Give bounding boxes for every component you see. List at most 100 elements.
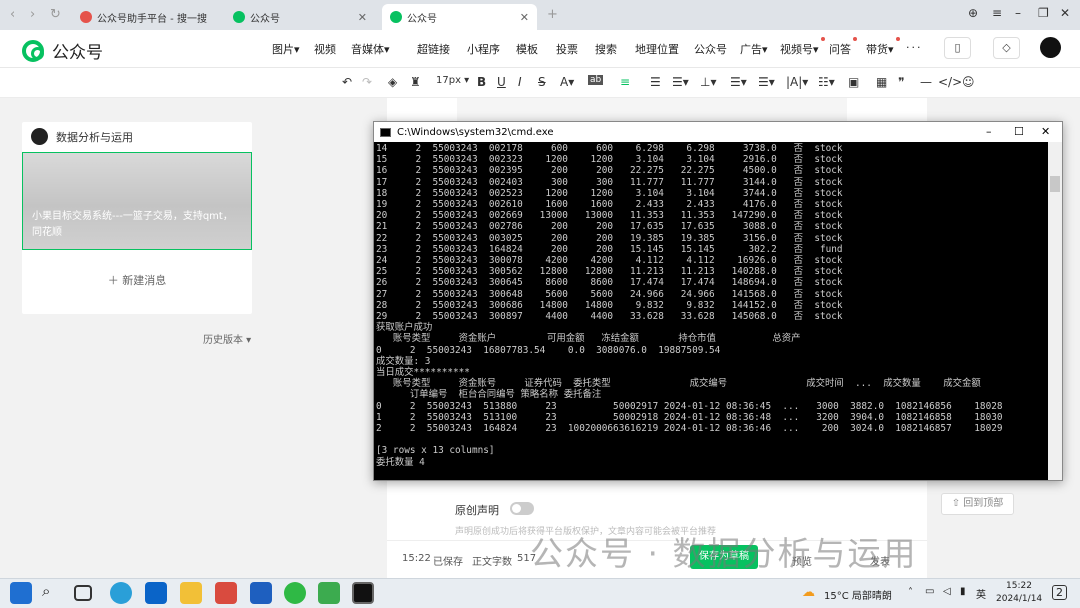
cmd-close-icon[interactable]: ✕ [1041, 125, 1050, 138]
menu-search[interactable]: 搜索 [595, 41, 617, 57]
format-painter-icon[interactable]: ♜ [410, 75, 421, 89]
avatar[interactable] [1040, 37, 1061, 58]
original-toggle[interactable] [510, 502, 534, 515]
paragraph-spacing-icon[interactable]: ☰▾ [758, 75, 775, 89]
clear-format-icon[interactable]: ◈ [388, 75, 397, 89]
cmd-taskbar-icon[interactable] [352, 582, 374, 604]
close-window-icon[interactable]: ✕ [1060, 6, 1070, 20]
bold-icon[interactable]: B [477, 75, 486, 89]
close-tab-icon[interactable]: ✕ [358, 11, 367, 24]
cmd-scroll-thumb[interactable] [1050, 176, 1060, 192]
cmd-window[interactable]: C:\Windows\system32\cmd.exe – ☐ ✕ 14 2 5… [373, 121, 1063, 481]
history-version-link[interactable]: 历史版本 ▾ [203, 331, 251, 346]
undo-icon[interactable]: ↶ [342, 75, 352, 89]
back-to-top-button[interactable]: ⇧ 回到顶部 [941, 493, 1014, 515]
menu-image[interactable]: 图片▾ [272, 41, 300, 57]
cmd-line: 24 2 55003243 300078 4200 4200 4.112 4.1… [376, 255, 843, 267]
underline-icon[interactable]: U [497, 75, 506, 89]
font-color-icon[interactable]: A▾ [560, 75, 574, 89]
wechat-icon[interactable] [284, 582, 306, 604]
cmd-maximize-icon[interactable]: ☐ [1014, 125, 1024, 138]
bg-color-icon[interactable]: ab [588, 75, 604, 85]
reload-icon[interactable]: ↻ [50, 7, 61, 22]
cmd-title: C:\Windows\system32\cmd.exe [397, 126, 554, 138]
back-icon[interactable]: ‹ [10, 7, 15, 22]
network-icon[interactable]: ▭ [925, 586, 934, 597]
edge-icon[interactable] [110, 582, 132, 604]
menu-hyperlink[interactable]: 超链接 [417, 41, 450, 57]
cmd-line: 委托数量 4 [376, 456, 425, 468]
cmd-line: 18 2 55003243 002523 1200 1200 3.104 3.1… [376, 187, 843, 199]
vertical-align-icon[interactable]: ⊥▾ [700, 75, 716, 89]
weather-text[interactable]: 15°C 局部晴朗 [824, 587, 892, 602]
align-center-icon[interactable]: ☰▾ [672, 75, 689, 89]
menu-qa[interactable]: 问答 [829, 37, 857, 57]
phone-preview-icon[interactable]: ▯ [944, 37, 971, 59]
strikethrough-icon[interactable]: S [538, 75, 546, 89]
table-icon[interactable]: ▦ [876, 75, 887, 89]
tray-expand-icon[interactable]: ˄ [908, 587, 913, 598]
menu-gzh[interactable]: 公众号 [694, 41, 727, 57]
menu-audio[interactable]: 音媒体▾ [351, 41, 390, 57]
letter-spacing-icon[interactable]: |A|▾ [786, 75, 808, 89]
menu-vote[interactable]: 投票 [556, 41, 578, 57]
cmd-minimize-icon[interactable]: – [986, 125, 992, 138]
clock-time[interactable]: 15:22 [1006, 581, 1032, 591]
search-icon[interactable]: ⌕ [42, 582, 50, 600]
menu-template[interactable]: 模板 [516, 41, 538, 57]
ime-indicator[interactable]: 英 [976, 586, 986, 601]
italic-icon[interactable]: I [518, 75, 522, 89]
cmd-line: [3 rows x 13 columns] [376, 445, 495, 457]
code-icon[interactable]: </> [938, 75, 962, 89]
align-left-icon[interactable]: ≡ [620, 75, 630, 89]
battery-icon[interactable]: ▮ [960, 586, 966, 597]
divider-icon[interactable]: — [920, 75, 932, 89]
image-crop-icon[interactable]: ▣ [848, 75, 859, 89]
font-size-select[interactable]: 17px ▾ [436, 75, 469, 86]
redo-icon[interactable]: ↷ [362, 75, 372, 89]
save-time: 15:22 [402, 553, 431, 564]
tab-search[interactable]: 公众号助手平台 - 搜一搜 [72, 4, 222, 30]
menu-location[interactable]: 地理位置 [635, 41, 679, 57]
menu-miniprogram[interactable]: 小程序 [467, 41, 500, 57]
notification-badge[interactable]: 2 [1052, 585, 1067, 600]
new-tab-icon[interactable]: + [547, 7, 558, 22]
word-count-label: 正文字数 [472, 557, 512, 568]
close-tab-icon[interactable]: ✕ [520, 11, 529, 24]
cmd-line: 0 2 55003243 513880 23 50002917 2024-01-… [376, 400, 1003, 412]
app-logo[interactable]: 公众号 [22, 38, 103, 63]
start-icon[interactable] [10, 582, 32, 604]
cmd-titlebar[interactable]: C:\Windows\system32\cmd.exe – ☐ ✕ [374, 122, 1062, 142]
explorer-icon[interactable] [180, 582, 202, 604]
menu-icon[interactable]: ≡ [992, 6, 1002, 20]
app-red-icon[interactable] [215, 582, 237, 604]
menu-goods[interactable]: 带货▾ [866, 37, 900, 57]
cmd-line: 1 2 55003243 513100 23 50002918 2024-01-… [376, 411, 1003, 423]
app-green-icon[interactable] [318, 582, 340, 604]
cmd-scrollbar[interactable] [1048, 142, 1062, 480]
tab-gzh-active[interactable]: 公众号 ✕ [382, 4, 537, 30]
emoji-icon[interactable]: ☺ [962, 75, 975, 89]
app-m-icon[interactable] [250, 582, 272, 604]
menu-video[interactable]: 视频 [314, 41, 336, 57]
list-icon[interactable]: ☷▾ [818, 75, 835, 89]
globe-icon[interactable]: ⊕ [968, 6, 978, 20]
shield-icon[interactable]: ◇ [993, 37, 1020, 59]
original-declaration-label: 原创声明 [455, 504, 499, 517]
task-view-icon[interactable] [74, 585, 92, 601]
menu-ads[interactable]: 广告▾ [740, 41, 768, 57]
forward-icon[interactable]: › [30, 7, 35, 22]
mail-icon[interactable] [145, 582, 167, 604]
volume-icon[interactable]: ◁ [943, 586, 951, 597]
clock-date[interactable]: 2024/1/14 [996, 594, 1042, 604]
plus-icon: ＋ [107, 274, 123, 287]
more-icon[interactable]: ··· [906, 41, 923, 54]
restore-icon[interactable]: ❐ [1038, 6, 1049, 20]
line-height-icon[interactable]: ☰▾ [730, 75, 747, 89]
new-message-button[interactable]: ＋ 新建消息 [22, 272, 252, 288]
tab-gzh-1[interactable]: 公众号 ✕ [225, 4, 375, 30]
menu-channels[interactable]: 视频号▾ [780, 37, 825, 57]
quote-icon[interactable]: ❞ [898, 75, 904, 89]
indent-icon[interactable]: ☰ [650, 75, 661, 89]
minimize-icon[interactable]: – [1015, 6, 1021, 20]
